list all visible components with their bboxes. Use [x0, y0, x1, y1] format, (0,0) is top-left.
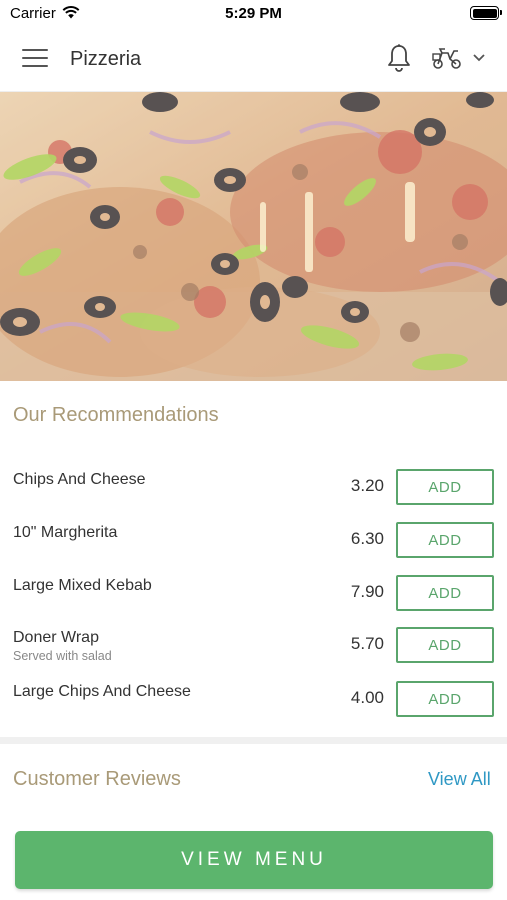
- reviews-title: Customer Reviews: [13, 768, 181, 790]
- status-bar: Carrier 5:29 PM: [0, 0, 507, 26]
- add-button[interactable]: ADD: [396, 469, 494, 505]
- section-divider: [0, 737, 507, 744]
- add-button[interactable]: ADD: [396, 627, 494, 663]
- item-price: 7.90: [350, 582, 384, 601]
- item-name: Large Mixed Kebab: [13, 577, 152, 594]
- delivery-scooter-icon[interactable]: [430, 45, 464, 71]
- item-price: 4.00: [350, 688, 384, 707]
- add-button[interactable]: ADD: [396, 522, 494, 558]
- item-name: Chips And Cheese: [13, 471, 146, 488]
- list-item: Chips And Cheese 3.20 ADD: [0, 466, 507, 506]
- list-item: Large Chips And Cheese 4.00 ADD: [0, 678, 507, 718]
- item-price: 6.30: [350, 529, 384, 548]
- item-price: 5.70: [350, 634, 384, 653]
- list-item: Doner Wrap Served with salad 5.70 ADD: [0, 624, 507, 664]
- add-button[interactable]: ADD: [396, 575, 494, 611]
- chevron-down-icon[interactable]: [472, 52, 486, 64]
- menu-icon[interactable]: [22, 49, 48, 69]
- bell-icon[interactable]: [385, 43, 413, 73]
- battery-icon: [470, 6, 502, 20]
- page-title: Pizzeria: [70, 48, 142, 70]
- list-item: Large Mixed Kebab 7.90 ADD: [0, 572, 507, 612]
- clock: 5:29 PM: [225, 5, 282, 22]
- item-name: 10" Margherita: [13, 524, 118, 541]
- item-price: 3.20: [350, 476, 384, 495]
- add-button[interactable]: ADD: [396, 681, 494, 717]
- hero-pizza-image: [0, 92, 507, 381]
- item-name: Large Chips And Cheese: [13, 683, 191, 700]
- view-menu-button[interactable]: VIEW MENU: [15, 831, 493, 889]
- item-subtitle: Served with salad: [13, 649, 112, 663]
- item-name: Doner Wrap: [13, 629, 99, 646]
- recommendations-title: Our Recommendations: [13, 404, 219, 426]
- app-bar: Pizzeria: [0, 26, 507, 92]
- view-all-link[interactable]: View All: [428, 769, 491, 790]
- list-item: 10" Margherita 6.30 ADD: [0, 519, 507, 559]
